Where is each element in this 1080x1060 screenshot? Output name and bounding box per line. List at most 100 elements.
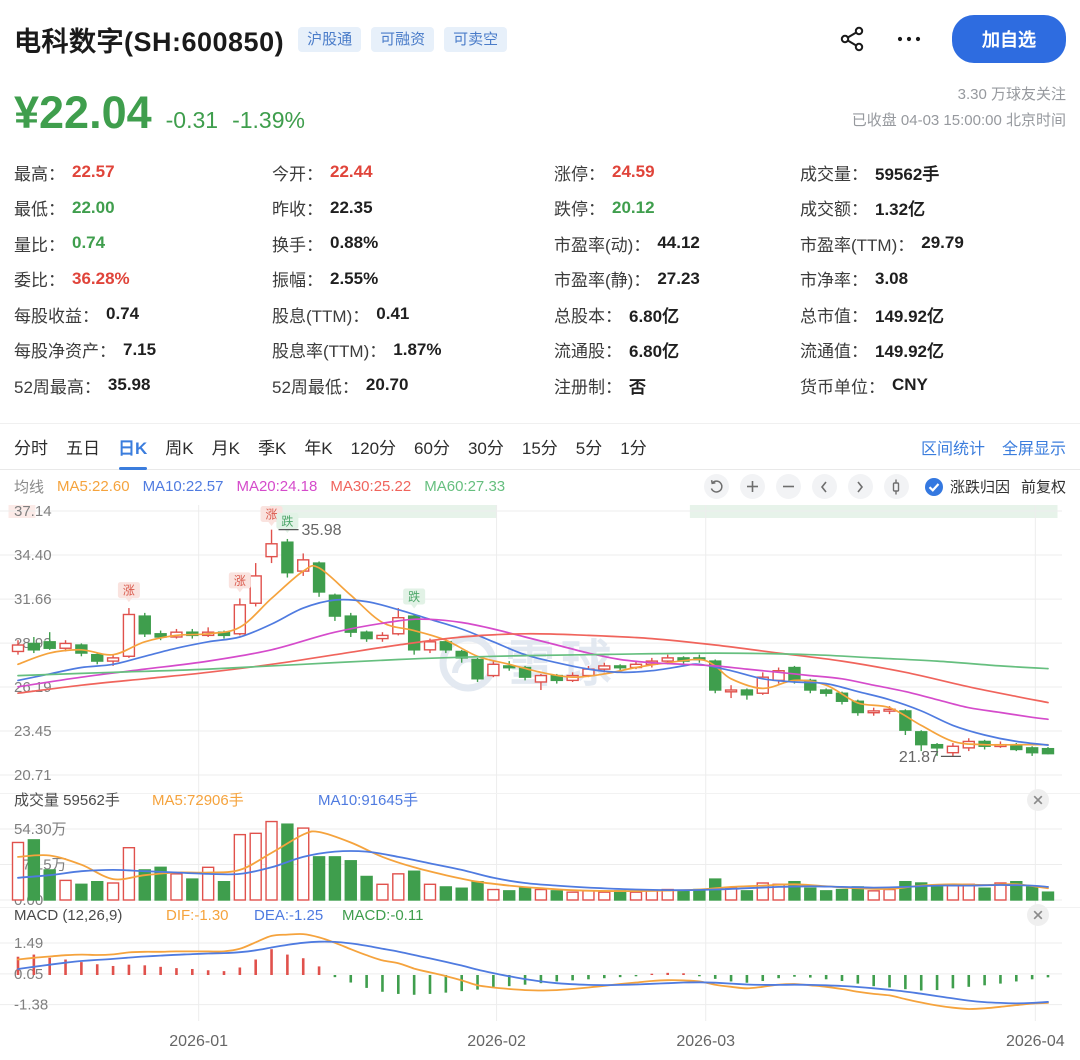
tab-period-1分[interactable]: 1分 <box>620 424 646 469</box>
stats-column: 成交量：59562手成交额：1.32亿市盈率(TTM)：29.79市净率：3.0… <box>800 155 1066 404</box>
tab-period-季K[interactable]: 季K <box>258 424 286 469</box>
stat-label: 今开： <box>272 160 323 185</box>
tab-period-月K[interactable]: 月K <box>212 424 240 469</box>
tab-period-分时[interactable]: 分时 <box>14 424 48 469</box>
stat-label: 流通股： <box>554 337 622 362</box>
macd-bar <box>666 973 669 975</box>
tab-period-日K[interactable]: 日K <box>118 424 147 469</box>
ma-legend-item: MA60:27.33 <box>424 478 505 495</box>
volume-bar <box>646 891 657 900</box>
volume-bar <box>741 891 752 900</box>
chart-text: 2026-04 <box>1006 1033 1065 1050</box>
stat-value: 7.15 <box>123 340 156 360</box>
volume-bar <box>393 874 404 900</box>
more-options-icon[interactable] <box>896 35 922 43</box>
chart-text: 2026-01 <box>169 1033 228 1050</box>
stat-item: 每股收益：0.74 <box>14 297 272 333</box>
badge-pointer <box>411 604 418 609</box>
share-icon[interactable] <box>838 25 866 53</box>
chart-text: 2026-02 <box>467 1033 526 1050</box>
volume-bar <box>884 890 895 900</box>
stat-label: 市盈率(静)： <box>554 266 650 291</box>
chart-text: 31.66 <box>14 591 52 608</box>
stat-item: 成交额：1.32亿 <box>800 190 1066 226</box>
tab-period-60分[interactable]: 60分 <box>414 424 450 469</box>
macd-bar <box>730 975 733 981</box>
tab-period-30分[interactable]: 30分 <box>468 424 504 469</box>
price-change: -0.31 <box>166 106 218 135</box>
candle-style-icon[interactable] <box>884 474 909 499</box>
stat-value: 22.44 <box>330 162 373 182</box>
add-watchlist-button[interactable]: 加自选 <box>952 15 1066 63</box>
stat-label: 每股净资产： <box>14 337 116 362</box>
stat-label: 昨收： <box>272 195 323 220</box>
tab-period-15分[interactable]: 15分 <box>522 424 558 469</box>
stock-tag: 沪股通 <box>298 27 361 52</box>
tab-period-周K[interactable]: 周K <box>165 424 193 469</box>
macd-bar <box>302 958 305 975</box>
chart-text: 跌 <box>408 589 420 604</box>
volume-bar <box>726 888 737 900</box>
zoom-out-icon[interactable] <box>776 474 801 499</box>
stat-value: 36.28% <box>72 269 130 289</box>
volume-bar <box>805 888 816 900</box>
badge-pointer <box>125 598 132 603</box>
chart-link[interactable]: 区间统计 <box>921 435 985 459</box>
volume-bar <box>963 884 974 900</box>
candlestick <box>60 643 71 648</box>
tab-period-120分[interactable]: 120分 <box>351 424 396 469</box>
macd-bar <box>96 964 99 975</box>
stat-item: 流通股：6.80亿 <box>554 332 800 368</box>
pan-right-icon[interactable] <box>848 474 873 499</box>
macd-bar <box>714 975 717 979</box>
tab-period-五日[interactable]: 五日 <box>66 424 100 469</box>
chart-text: 37.14 <box>14 503 52 520</box>
candlestick <box>1027 748 1038 753</box>
undo-icon[interactable] <box>704 474 729 499</box>
volume-bar <box>76 884 87 900</box>
volume-bar <box>298 828 309 900</box>
volume-bar <box>187 879 198 900</box>
macd-dif-line <box>18 934 1048 1009</box>
stat-item: 总股本：6.80亿 <box>554 297 800 333</box>
volume-bar <box>472 882 483 900</box>
macd-bar <box>191 969 194 975</box>
ma-legend-item: MA20:24.18 <box>236 478 317 495</box>
macd-bar <box>983 975 986 985</box>
chart-text: 23.45 <box>14 723 52 740</box>
candlestick <box>250 576 261 603</box>
volume-bar <box>678 891 689 900</box>
close-macd-pane-icon[interactable] <box>1027 904 1049 926</box>
tab-period-5分[interactable]: 5分 <box>576 424 602 469</box>
macd-bar <box>936 975 939 990</box>
stat-item: 跌停：20.12 <box>554 190 800 226</box>
volume-bar <box>60 880 71 900</box>
chart-canvas[interactable]: 37.1434.4031.6628.9226.1923.4520.7154.30… <box>0 503 1080 1060</box>
stock-title: 电科数字(SH:600850) <box>14 20 284 59</box>
chart-link[interactable]: 全屏显示 <box>1002 435 1066 459</box>
volume-bar <box>218 882 229 900</box>
chart-text: 21.87 <box>899 749 939 766</box>
volume-bar <box>932 887 943 900</box>
macd-bar <box>746 975 749 983</box>
volume-bar <box>108 883 119 900</box>
adjust-mode-link[interactable]: 前复权 <box>1021 476 1066 497</box>
candlestick <box>488 664 499 675</box>
market-status: 已收盘 04-03 15:00:00 北京时间 <box>852 108 1066 134</box>
macd-bar <box>159 967 162 975</box>
stat-value: 22.00 <box>72 198 115 218</box>
chart-text: 20.71 <box>14 767 52 784</box>
zoom-in-icon[interactable] <box>740 474 765 499</box>
volume-bar <box>535 890 546 900</box>
volume-bar <box>504 891 515 900</box>
volume-bar <box>123 848 134 900</box>
tab-period-年K[interactable]: 年K <box>304 424 332 469</box>
macd-bar <box>872 975 875 986</box>
close-volume-pane-icon[interactable] <box>1027 789 1049 811</box>
candlestick <box>139 616 150 634</box>
volume-bar <box>868 891 879 900</box>
pan-left-icon[interactable] <box>812 474 837 499</box>
stats-column: 今开：22.44昨收：22.35换手：0.88%振幅：2.55%股息(TTM)：… <box>272 155 554 404</box>
candlestick <box>92 655 103 661</box>
attribution-checkbox[interactable]: 涨跌归因 <box>924 476 1010 497</box>
